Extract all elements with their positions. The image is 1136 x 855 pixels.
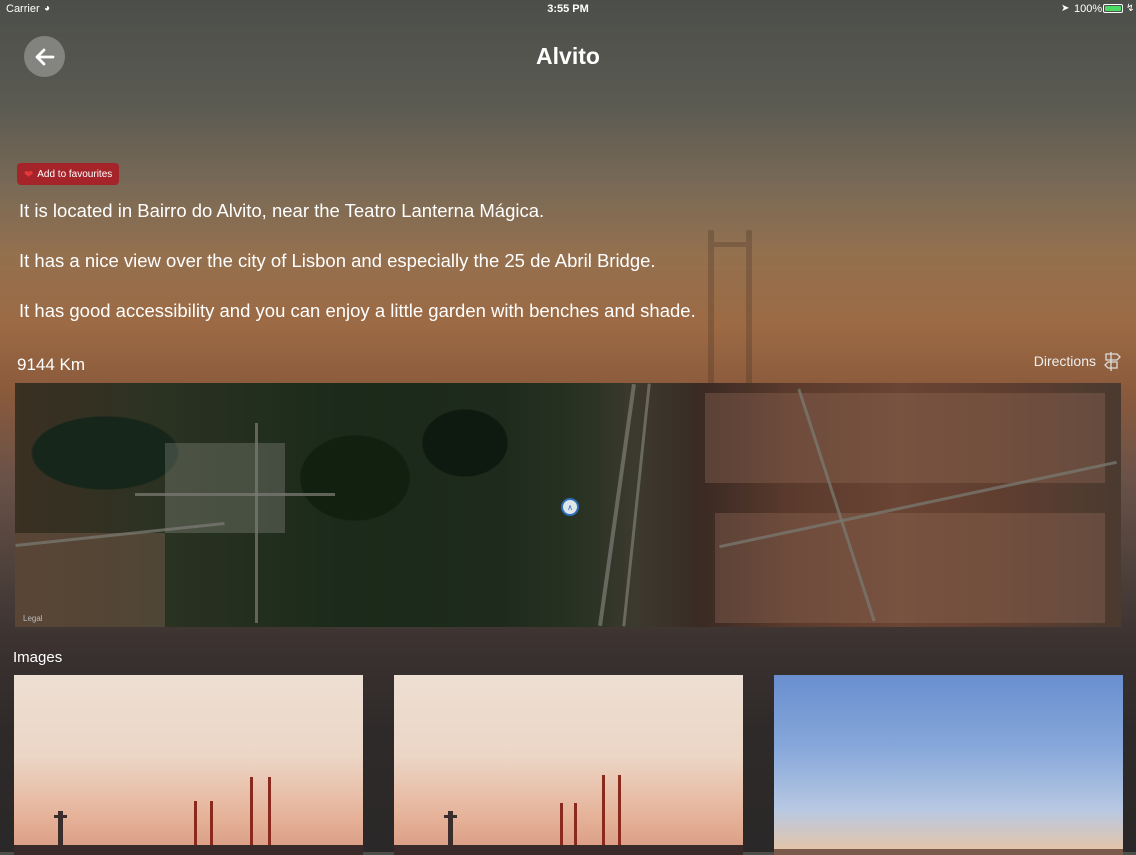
signpost-icon: [1104, 352, 1121, 371]
images-section-title: Images: [13, 649, 63, 666]
description-paragraph: It is located in Bairro do Alvito, near …: [19, 200, 545, 221]
distance-label: 9144 Km: [17, 355, 86, 374]
description-paragraph: It has good accessibility and you can en…: [19, 300, 696, 321]
description-paragraph: It has a nice view over the city of Lisb…: [19, 250, 656, 271]
map-legal-link[interactable]: Legal: [23, 614, 43, 623]
directions-label: Directions: [1033, 353, 1096, 369]
charging-icon: ↯: [1126, 3, 1135, 14]
gallery-image[interactable]: [774, 675, 1123, 855]
battery-icon: [1103, 4, 1123, 13]
map-pin-icon[interactable]: ∧: [561, 498, 579, 516]
add-to-favourites-label: Add to favourites: [37, 168, 113, 180]
background-bridge-tower: [704, 230, 756, 390]
gallery-image[interactable]: [394, 675, 743, 855]
gallery-image[interactable]: [14, 675, 363, 855]
status-time: 3:55 PM: [547, 3, 589, 15]
battery-percentage: 100%: [1074, 3, 1103, 15]
heart-icon: ❤: [24, 168, 34, 181]
location-arrow-icon: ➤: [1061, 3, 1070, 14]
directions-button[interactable]: Directions: [1034, 350, 1122, 372]
status-bar: Carrier ◕ 3:55 PM ➤ 100% ↯: [0, 0, 1136, 18]
satellite-map[interactable]: ∧ Legal: [15, 383, 1121, 627]
add-to-favourites-button[interactable]: ❤ Add to favourites: [17, 163, 120, 185]
page-title: Alvito: [536, 43, 600, 69]
